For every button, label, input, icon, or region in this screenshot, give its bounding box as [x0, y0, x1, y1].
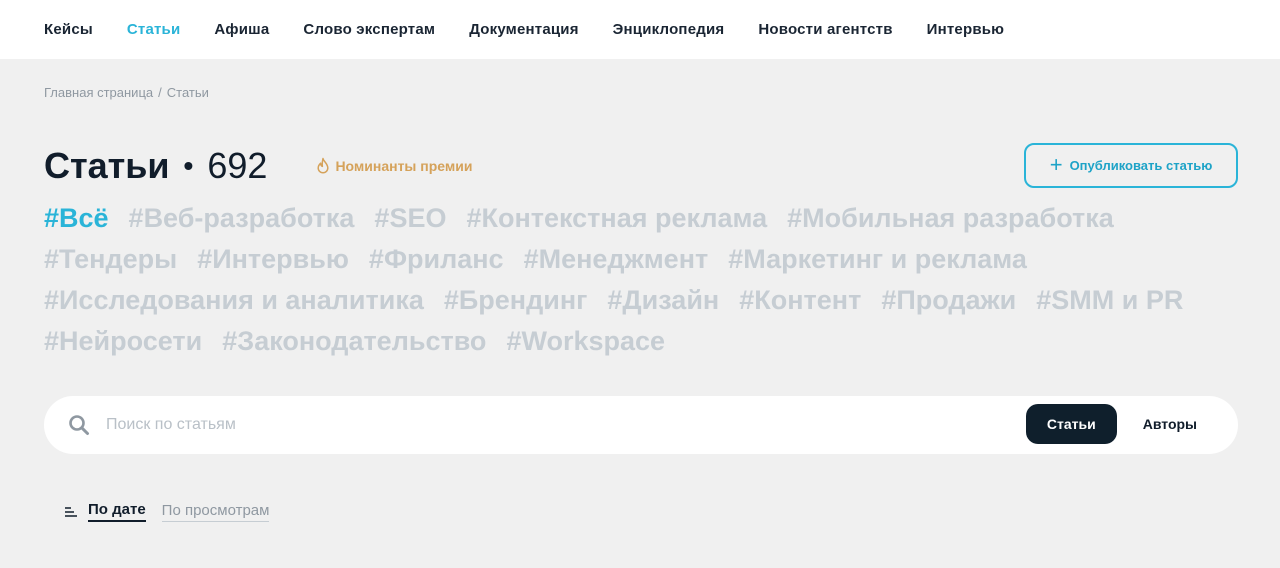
plus-icon: + [1049, 151, 1063, 177]
main-content: Главная страница / Статьи Статьи • 692 Н… [0, 85, 1280, 522]
tag-branding[interactable]: #Брендинг [444, 280, 588, 321]
tag-management[interactable]: #Менеджмент [524, 239, 709, 280]
tag-freelance[interactable]: #Фриланс [369, 239, 504, 280]
title-separator-dot: • [183, 150, 194, 181]
tag-smm-pr[interactable]: #SMM и PR [1036, 280, 1183, 321]
tag-all[interactable]: #Всё [44, 198, 109, 239]
tag-content[interactable]: #Контент [739, 280, 861, 321]
nav-item-documentation[interactable]: Документация [469, 21, 578, 38]
tag-workspace[interactable]: #Workspace [506, 321, 665, 362]
search-mode-articles-button[interactable]: Статьи [1025, 404, 1117, 444]
search-mode-authors-button[interactable]: Авторы [1117, 404, 1214, 444]
search-input[interactable] [106, 416, 926, 434]
title-row: Статьи • 692 Номинанты премии + Опублико… [44, 136, 1238, 196]
articles-count: 692 [207, 145, 268, 186]
publish-article-button[interactable]: + Опубликовать статью [1024, 143, 1238, 188]
search-mode-toggle: Статьи Авторы [1025, 404, 1214, 444]
breadcrumb-separator: / [158, 85, 162, 100]
nav-item-experts[interactable]: Слово экспертам [303, 21, 435, 38]
nav-item-articles[interactable]: Статьи [127, 21, 181, 38]
search-icon [69, 415, 89, 435]
nav-item-encyclopedia[interactable]: Энциклопедия [613, 21, 725, 38]
search-bar: Статьи Авторы [44, 396, 1238, 454]
tag-context-ads[interactable]: #Контекстная реклама [466, 198, 767, 239]
tag-seo[interactable]: #SEO [374, 198, 446, 239]
sort-by-date-tab[interactable]: По дате [88, 501, 146, 522]
sort-lines-icon [65, 506, 77, 517]
breadcrumb-current: Статьи [166, 85, 209, 100]
tag-tenders[interactable]: #Тендеры [44, 239, 177, 280]
tag-mobile-development[interactable]: #Мобильная разработка [787, 198, 1114, 239]
award-nominees-link[interactable]: Номинанты премии [315, 157, 472, 175]
tag-sales[interactable]: #Продажи [881, 280, 1016, 321]
tag-neural-networks[interactable]: #Нейросети [44, 321, 202, 362]
tag-marketing[interactable]: #Маркетинг и реклама [728, 239, 1027, 280]
tag-legislation[interactable]: #Законодательство [222, 321, 486, 362]
nav-item-agency-news[interactable]: Новости агентств [758, 21, 892, 38]
nav-item-cases[interactable]: Кейсы [44, 21, 93, 38]
tag-interviews[interactable]: #Интервью [197, 239, 349, 280]
breadcrumb-home-link[interactable]: Главная страница [44, 85, 153, 100]
tag-design[interactable]: #Дизайн [607, 280, 719, 321]
top-navigation: Кейсы Статьи Афиша Слово экспертам Докум… [0, 0, 1280, 59]
flame-icon [317, 157, 329, 174]
publish-article-label: Опубликовать статью [1069, 158, 1213, 173]
sort-controls: По дате По просмотрам [64, 501, 1238, 522]
nav-item-interviews[interactable]: Интервью [927, 21, 1005, 38]
tag-research[interactable]: #Исследования и аналитика [44, 280, 424, 321]
breadcrumb: Главная страница / Статьи [44, 85, 1238, 100]
award-nominees-label: Номинанты премии [335, 158, 473, 174]
page-title: Статьи [44, 145, 170, 186]
tag-web-development[interactable]: #Веб-разработка [129, 198, 355, 239]
nav-item-events[interactable]: Афиша [214, 21, 269, 38]
tag-filter-list: #Всё #Веб-разработка #SEO #Контекстная р… [44, 198, 1214, 362]
sort-by-views-tab[interactable]: По просмотрам [161, 502, 270, 522]
